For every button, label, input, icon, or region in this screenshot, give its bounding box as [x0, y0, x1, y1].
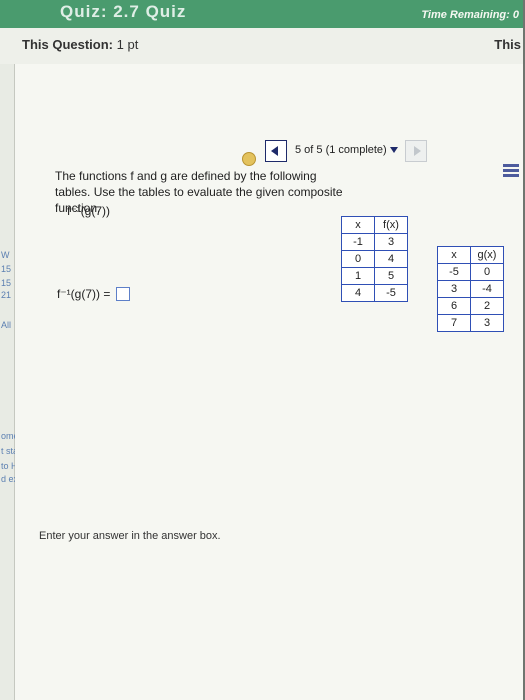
question-bar: This Question: 1 pt This	[0, 28, 525, 65]
g-table: x g(x) -5 0 3 -4 6 2 7 3	[437, 246, 504, 332]
question-label: This Question: 1 pt	[22, 37, 138, 52]
g-cell: 3	[470, 314, 504, 332]
left-fragment: All	[1, 320, 12, 330]
gold-help-icon[interactable]	[242, 152, 256, 166]
f-cell: 0	[341, 250, 375, 268]
f-header-x: x	[341, 216, 375, 234]
g-cell: -4	[470, 280, 504, 298]
answer-input[interactable]	[115, 287, 130, 301]
f-header-fx: f(x)	[374, 216, 408, 234]
options-menu-icon[interactable]	[503, 164, 519, 178]
question-dropdown-icon[interactable]	[390, 147, 398, 153]
left-fragment: W	[1, 250, 10, 260]
f-cell: -1	[341, 233, 375, 251]
time-remaining: Time Remaining: 0	[421, 9, 519, 21]
answer-label: f⁻¹(g(7)) =	[57, 287, 111, 301]
g-cell: 6	[437, 297, 471, 315]
f-table: x f(x) -1 3 0 4 1 5 4 -5	[341, 216, 408, 302]
g-cell: 2	[470, 297, 504, 315]
left-fragment: 21	[1, 290, 12, 300]
f-cell: 4	[374, 250, 408, 268]
composite-function-label: f⁻¹(g(7))	[67, 204, 110, 218]
answer-instructions: Enter your answer in the answer box.	[39, 530, 221, 542]
g-cell: -5	[437, 263, 471, 281]
f-cell: 3	[374, 233, 408, 251]
g-cell: 7	[437, 314, 471, 332]
f-cell: 5	[374, 267, 408, 285]
quiz-header: Quiz: 2.7 Quiz Time Remaining: 0	[0, 0, 525, 28]
g-cell: 0	[470, 263, 504, 281]
left-fragment: 15	[1, 278, 12, 288]
question-points: 1 pt	[116, 37, 139, 52]
question-label-text: This Question:	[22, 37, 113, 52]
previous-question-button[interactable]	[265, 140, 287, 162]
side-this-label: This	[494, 37, 521, 52]
question-status: 5 of 5 (1 complete)	[295, 144, 387, 156]
left-sidebar: W 15 15 21 All ome t sta to Ho d extr	[0, 64, 24, 700]
left-fragment: 15	[1, 264, 12, 274]
next-question-button[interactable]	[405, 140, 427, 162]
g-header-x: x	[437, 246, 471, 264]
question-content: 5 of 5 (1 complete) The functions f and …	[15, 64, 525, 700]
g-cell: 3	[437, 280, 471, 298]
quiz-title: Quiz: 2.7 Quiz	[60, 2, 187, 21]
answer-row: f⁻¹(g(7)) =	[57, 287, 130, 301]
f-cell: -5	[374, 284, 408, 302]
f-cell: 1	[341, 267, 375, 285]
g-header-gx: g(x)	[470, 246, 504, 264]
f-cell: 4	[341, 284, 375, 302]
